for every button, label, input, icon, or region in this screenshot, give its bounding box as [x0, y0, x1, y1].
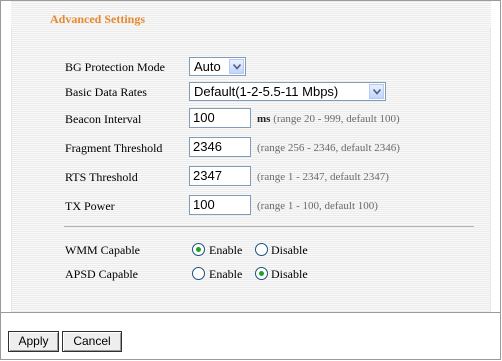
apsd-disable-radio[interactable]: [255, 267, 268, 280]
apply-button[interactable]: Apply: [8, 331, 59, 352]
wmm-enable-radio[interactable]: [192, 243, 205, 256]
apsd-disable-label[interactable]: Disable: [271, 267, 308, 282]
apsd-enable-radio[interactable]: [192, 267, 205, 280]
basic-rates-select[interactable]: Default(1-2-5.5-11 Mbps): [189, 82, 386, 101]
tx-power-label: TX Power: [65, 199, 115, 213]
rts-threshold-hint: (range 1 - 2347, default 2347): [257, 171, 389, 183]
apsd-enable-label[interactable]: Enable: [209, 267, 242, 282]
beacon-interval-label: Beacon Interval: [65, 112, 142, 126]
fragment-threshold-input[interactable]: 2346: [189, 137, 251, 157]
basic-rates-value: Default(1-2-5.5-11 Mbps): [194, 84, 339, 99]
bg-protection-value: Auto: [194, 59, 221, 74]
section-title: Advanced Settings: [50, 12, 146, 26]
fragment-threshold-hint: (range 256 - 2346, default 2346): [257, 142, 400, 154]
basic-rates-label: Basic Data Rates: [65, 85, 147, 99]
tx-power-hint: (range 1 - 100, default 100): [257, 200, 378, 212]
wmm-enable-label[interactable]: Enable: [209, 243, 242, 258]
fragment-threshold-label: Fragment Threshold: [65, 141, 163, 155]
bg-protection-select[interactable]: Auto: [189, 57, 246, 76]
tx-power-input[interactable]: 100: [189, 195, 251, 215]
bg-protection-label: BG Protection Mode: [65, 60, 165, 74]
wmm-capable-label: WMM Capable: [65, 243, 140, 257]
title-bar: Advanced Settings: [11, 1, 491, 29]
chevron-down-icon[interactable]: [229, 59, 244, 74]
cancel-button[interactable]: Cancel: [62, 331, 122, 352]
beacon-range: (range 20 - 999, default 100): [273, 113, 400, 125]
rts-threshold-label: RTS Threshold: [65, 170, 138, 184]
footer-divider: [1, 312, 500, 313]
wmm-disable-radio[interactable]: [255, 243, 268, 256]
chevron-down-icon[interactable]: [369, 84, 384, 99]
beacon-interval-input[interactable]: 100: [189, 108, 251, 128]
settings-panel: BG Protection Mode Auto Basic Data Rates…: [11, 28, 491, 312]
wmm-disable-label[interactable]: Disable: [271, 243, 308, 258]
settings-frame: Advanced Settings BG Protection Mode Aut…: [0, 0, 501, 360]
section-divider: [64, 226, 474, 227]
beacon-unit: ms: [257, 113, 271, 125]
apsd-capable-label: APSD Capable: [65, 267, 138, 281]
beacon-interval-hint: ms (range 20 - 999, default 100): [257, 113, 400, 125]
rts-threshold-input[interactable]: 2347: [189, 166, 251, 186]
